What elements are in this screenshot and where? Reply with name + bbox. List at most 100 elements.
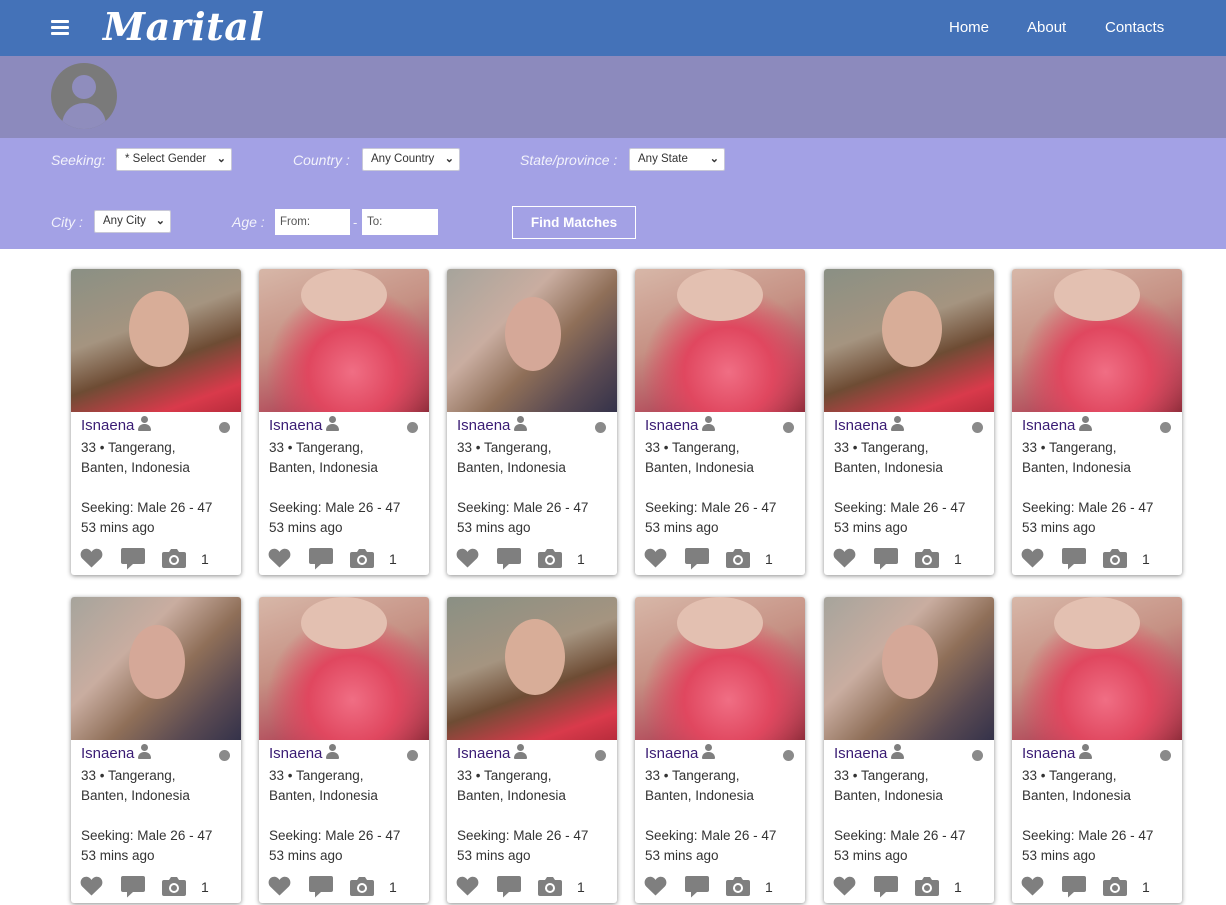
camera-icon[interactable] [162,876,186,896]
profile-name[interactable]: Isnaena [645,417,698,434]
profile-card[interactable]: Isnaena 33 • Tangerang, Banten, Indonesi… [259,597,429,903]
profile-card[interactable]: Isnaena 33 • Tangerang, Banten, Indonesi… [824,597,994,903]
chat-bubble-icon[interactable] [309,876,333,898]
profile-name-row[interactable]: Isnaena [81,416,152,434]
profile-name[interactable]: Isnaena [81,417,134,434]
age-from-input[interactable] [275,209,350,235]
profile-photo[interactable] [824,269,994,412]
profile-photo[interactable] [824,597,994,740]
chat-bubble-icon[interactable] [685,876,709,898]
chat-bubble-icon[interactable] [1062,548,1086,570]
chat-bubble-icon[interactable] [309,548,333,570]
profile-photo[interactable] [635,597,805,740]
profile-photo[interactable] [259,269,429,412]
profile-name-row[interactable]: Isnaena [269,744,340,762]
profile-seeking: Seeking: Male 26 - 47 [645,828,776,843]
nav-about-link[interactable]: About [1027,19,1066,36]
find-matches-button[interactable]: Find Matches [512,206,636,239]
site-logo[interactable]: Marital [103,4,264,49]
chat-bubble-icon[interactable] [497,876,521,898]
profile-photo[interactable] [447,597,617,740]
profile-card[interactable]: Isnaena 33 • Tangerang, Banten, Indonesi… [447,269,617,575]
country-select[interactable]: Any Country ⌄ [362,148,460,171]
profile-name-row[interactable]: Isnaena [457,416,528,434]
camera-icon[interactable] [915,548,939,568]
profile-photo[interactable] [71,269,241,412]
heart-icon[interactable] [644,548,667,568]
heart-icon[interactable] [268,876,291,896]
profile-photo[interactable] [447,269,617,412]
profile-name-row[interactable]: Isnaena [1022,416,1093,434]
profile-photo[interactable] [635,269,805,412]
chat-bubble-icon[interactable] [121,876,145,898]
heart-icon[interactable] [456,548,479,568]
profile-card[interactable]: Isnaena 33 • Tangerang, Banten, Indonesi… [259,269,429,575]
camera-icon[interactable] [1103,548,1127,568]
chat-bubble-icon[interactable] [121,548,145,570]
camera-icon[interactable] [350,548,374,568]
heart-icon[interactable] [1021,548,1044,568]
profile-card[interactable]: Isnaena 33 • Tangerang, Banten, Indonesi… [824,269,994,575]
profile-name[interactable]: Isnaena [269,745,322,762]
heart-icon[interactable] [833,876,856,896]
camera-icon[interactable] [726,876,750,896]
profile-name[interactable]: Isnaena [834,417,887,434]
profile-name-row[interactable]: Isnaena [645,416,716,434]
camera-icon[interactable] [350,876,374,896]
heart-icon[interactable] [268,548,291,568]
profile-name[interactable]: Isnaena [457,417,510,434]
chat-bubble-icon[interactable] [497,548,521,570]
camera-icon[interactable] [1103,876,1127,896]
profile-photo[interactable] [1012,597,1182,740]
profile-card[interactable]: Isnaena 33 • Tangerang, Banten, Indonesi… [71,597,241,903]
chat-bubble-icon[interactable] [874,548,898,570]
city-select[interactable]: Any City ⌄ [94,210,171,233]
age-to-input[interactable] [362,209,438,235]
profile-name-row[interactable]: Isnaena [269,416,340,434]
profile-name[interactable]: Isnaena [834,745,887,762]
profile-photo[interactable] [71,597,241,740]
chat-bubble-icon[interactable] [1062,876,1086,898]
heart-icon[interactable] [644,876,667,896]
profile-name-row[interactable]: Isnaena [457,744,528,762]
profile-card[interactable]: Isnaena 33 • Tangerang, Banten, Indonesi… [447,597,617,903]
profile-card[interactable]: Isnaena 33 • Tangerang, Banten, Indonesi… [635,269,805,575]
profile-card[interactable]: Isnaena 33 • Tangerang, Banten, Indonesi… [1012,597,1182,903]
user-icon [137,416,152,431]
profile-card[interactable]: Isnaena 33 • Tangerang, Banten, Indonesi… [71,269,241,575]
profile-name-row[interactable]: Isnaena [834,744,905,762]
chat-bubble-icon[interactable] [685,548,709,570]
hamburger-menu-icon[interactable] [51,20,69,36]
profile-name[interactable]: Isnaena [81,745,134,762]
heart-icon[interactable] [80,548,103,568]
profile-name-row[interactable]: Isnaena [834,416,905,434]
profile-name[interactable]: Isnaena [645,745,698,762]
profile-last-seen: 53 mins ago [81,520,155,535]
nav-contacts-link[interactable]: Contacts [1105,19,1164,36]
profile-photo[interactable] [1012,269,1182,412]
profile-card[interactable]: Isnaena 33 • Tangerang, Banten, Indonesi… [1012,269,1182,575]
camera-icon[interactable] [726,548,750,568]
heart-icon[interactable] [456,876,479,896]
gender-select[interactable]: * Select Gender ⌄ [116,148,232,171]
camera-icon[interactable] [538,548,562,568]
camera-icon[interactable] [915,876,939,896]
heart-icon[interactable] [80,876,103,896]
nav-home-link[interactable]: Home [949,19,989,36]
heart-icon[interactable] [1021,876,1044,896]
camera-icon[interactable] [162,548,186,568]
profile-card[interactable]: Isnaena 33 • Tangerang, Banten, Indonesi… [635,597,805,903]
profile-photo[interactable] [259,597,429,740]
profile-name-row[interactable]: Isnaena [1022,744,1093,762]
profile-name-row[interactable]: Isnaena [81,744,152,762]
profile-name-row[interactable]: Isnaena [645,744,716,762]
profile-name[interactable]: Isnaena [1022,417,1075,434]
camera-icon[interactable] [538,876,562,896]
user-avatar-icon[interactable] [51,63,117,129]
heart-icon[interactable] [833,548,856,568]
chat-bubble-icon[interactable] [874,876,898,898]
state-select[interactable]: Any State ⌄ [629,148,725,171]
profile-name[interactable]: Isnaena [1022,745,1075,762]
profile-name[interactable]: Isnaena [269,417,322,434]
profile-name[interactable]: Isnaena [457,745,510,762]
